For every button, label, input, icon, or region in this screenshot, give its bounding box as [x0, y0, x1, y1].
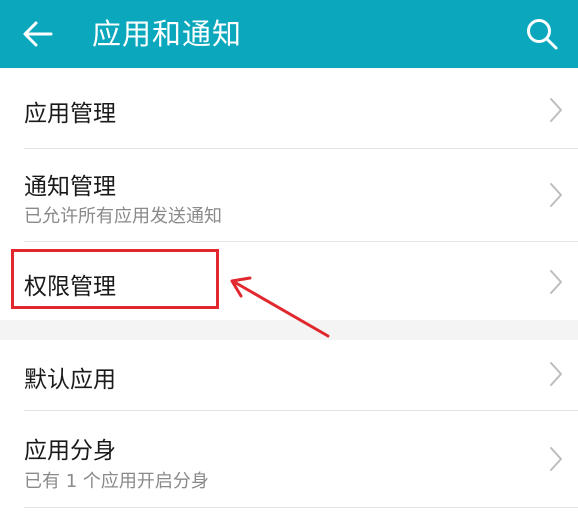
chevron-right-icon [550, 183, 562, 207]
list-item-title: 应用分身 [24, 438, 116, 464]
back-button[interactable] [16, 12, 60, 56]
list-item-title: 通知管理 [24, 174, 116, 200]
list-item-subtitle: 已有 1 个应用开启分身 [24, 471, 209, 492]
chevron-right-icon [550, 447, 562, 471]
settings-group-2: 默认应用 应用分身 已有 1 个应用开启分身 [0, 340, 578, 514]
list-item-subtitle: 已允许所有应用发送通知 [24, 206, 222, 227]
list-item-notification-management[interactable]: 通知管理 已允许所有应用发送通知 [0, 149, 578, 241]
list-item-app-twin[interactable]: 应用分身 已有 1 个应用开启分身 [0, 411, 578, 507]
chevron-right-icon [550, 362, 562, 386]
divider [24, 507, 578, 508]
chevron-right-icon [550, 270, 562, 294]
list-item-title: 应用管理 [24, 101, 116, 127]
app-bar: 应用和通知 [0, 0, 578, 68]
search-icon [527, 19, 558, 50]
search-button[interactable] [520, 12, 564, 56]
annotation-highlight-box [11, 249, 219, 309]
settings-page: 应用和通知 应用管理 通知管理 已允许所有应用发送通知 权限管理 默认应用 应用… [0, 0, 578, 514]
page-title: 应用和通知 [92, 17, 243, 51]
group-separator [0, 320, 578, 340]
arrow-left-icon [23, 21, 53, 47]
list-item-default-apps[interactable]: 默认应用 [0, 340, 578, 410]
list-item-app-management[interactable]: 应用管理 [0, 72, 578, 148]
chevron-right-icon [550, 98, 562, 122]
list-item-title: 默认应用 [24, 367, 116, 393]
